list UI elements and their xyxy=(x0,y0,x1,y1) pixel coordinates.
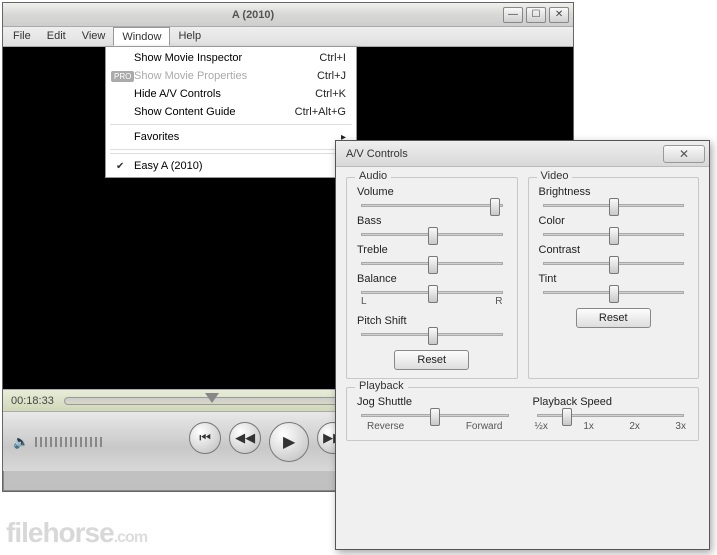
balance-slider[interactable] xyxy=(361,291,503,294)
menu-item-shortcut: Ctrl+I xyxy=(319,52,346,64)
treble-slider[interactable] xyxy=(361,262,503,265)
speed-tick: 1x xyxy=(583,421,594,432)
menu-show-movie-inspector[interactable]: Show Movie Inspector Ctrl+I xyxy=(108,49,354,67)
brightness-thumb[interactable] xyxy=(609,198,619,216)
menu-help[interactable]: Help xyxy=(170,27,209,46)
dialog-title-bar[interactable]: A/V Controls ✕ xyxy=(336,141,709,167)
bass-slider[interactable] xyxy=(361,233,503,236)
video-reset-button[interactable]: Reset xyxy=(576,308,651,328)
bass-thumb[interactable] xyxy=(428,227,438,245)
color-slider[interactable] xyxy=(543,233,685,236)
speed-thumb[interactable] xyxy=(562,408,572,426)
playback-group: Playback Jog Shuttle Reverse Forward Pla… xyxy=(346,387,699,441)
dialog-close-button[interactable]: ✕ xyxy=(663,145,705,163)
playhead-thumb[interactable] xyxy=(205,393,219,403)
watermark: filehorse.com xyxy=(6,517,147,549)
menu-hide-av-controls[interactable]: Hide A/V Controls Ctrl+K xyxy=(108,85,354,103)
jog-shuttle-label: Jog Shuttle xyxy=(357,396,513,408)
menu-item-label: Favorites xyxy=(134,131,179,143)
tint-thumb[interactable] xyxy=(609,285,619,303)
menu-view[interactable]: View xyxy=(74,27,114,46)
speed-tick: 2x xyxy=(629,421,640,432)
balance-right-label: R xyxy=(495,296,502,307)
audio-legend: Audio xyxy=(355,170,391,182)
contrast-label: Contrast xyxy=(539,244,689,256)
brightness-label: Brightness xyxy=(539,186,689,198)
tint-slider[interactable] xyxy=(543,291,685,294)
menu-item-label: Show Content Guide xyxy=(134,106,236,118)
pitch-thumb[interactable] xyxy=(428,327,438,345)
audio-reset-button[interactable]: Reset xyxy=(394,350,469,370)
balance-label: Balance xyxy=(357,273,507,285)
video-group: Video Brightness Color Contrast Tint xyxy=(528,177,700,379)
menu-item-shortcut: Ctrl+Alt+G xyxy=(295,106,346,118)
menu-edit[interactable]: Edit xyxy=(39,27,74,46)
menu-item-label: Show Movie Inspector xyxy=(134,52,242,64)
balance-left-label: L xyxy=(361,296,367,307)
menu-bar: File Edit View Window Help xyxy=(3,27,573,47)
window-title: A (2010) xyxy=(232,9,274,21)
menu-item-shortcut: Ctrl+J xyxy=(317,70,346,82)
pitch-label: Pitch Shift xyxy=(357,315,507,327)
volume-label: Volume xyxy=(357,186,507,198)
menu-separator xyxy=(110,124,352,125)
brightness-slider[interactable] xyxy=(543,204,685,207)
volume-thumb[interactable] xyxy=(490,198,500,216)
pitch-slider[interactable] xyxy=(361,333,503,336)
step-back-button[interactable]: ◀◀ xyxy=(229,422,261,454)
speed-tick: 3x xyxy=(675,421,686,432)
menu-window-item-current[interactable]: Easy A (2010) xyxy=(108,157,354,175)
menu-separator xyxy=(110,149,352,150)
menu-favorites[interactable]: Favorites xyxy=(108,128,354,146)
menu-show-movie-properties: PRO Show Movie Properties Ctrl+J xyxy=(108,67,354,85)
menu-item-label: Show Movie Properties xyxy=(134,70,247,82)
av-controls-dialog: A/V Controls ✕ Audio Volume Bass Treble xyxy=(335,140,710,550)
title-bar: A (2010) — ☐ ✕ xyxy=(3,3,573,27)
contrast-slider[interactable] xyxy=(543,262,685,265)
jog-reverse-label: Reverse xyxy=(367,421,404,432)
color-thumb[interactable] xyxy=(609,227,619,245)
menu-item-label: Hide A/V Controls xyxy=(134,88,221,100)
menu-item-shortcut: Ctrl+K xyxy=(315,88,346,100)
menu-show-content-guide[interactable]: Show Content Guide Ctrl+Alt+G xyxy=(108,103,354,121)
window-menu-dropdown: Show Movie Inspector Ctrl+I PRO Show Mov… xyxy=(105,46,357,178)
speed-tick: ½x xyxy=(535,421,548,432)
menu-file[interactable]: File xyxy=(5,27,39,46)
treble-label: Treble xyxy=(357,244,507,256)
volume-icon[interactable]: 🔈 xyxy=(13,434,29,450)
jog-thumb[interactable] xyxy=(430,408,440,426)
volume-slider[interactable] xyxy=(361,204,503,207)
color-label: Color xyxy=(539,215,689,227)
treble-thumb[interactable] xyxy=(428,256,438,274)
video-legend: Video xyxy=(537,170,573,182)
tint-label: Tint xyxy=(539,273,689,285)
volume-slider[interactable] xyxy=(35,437,105,447)
pro-badge: PRO xyxy=(111,71,134,82)
maximize-button[interactable]: ☐ xyxy=(526,7,546,23)
time-display: 00:18:33 xyxy=(11,395,54,407)
close-button[interactable]: ✕ xyxy=(549,7,569,23)
jog-shuttle-slider[interactable] xyxy=(361,414,509,417)
minimize-button[interactable]: — xyxy=(503,7,523,23)
watermark-brand: filehorse xyxy=(6,517,114,548)
menu-item-label: Easy A (2010) xyxy=(134,160,203,172)
play-button[interactable]: ▶ xyxy=(269,422,309,462)
balance-thumb[interactable] xyxy=(428,285,438,303)
menu-window[interactable]: Window xyxy=(113,27,170,46)
rewind-button[interactable]: ⏮ xyxy=(189,422,221,454)
playback-speed-slider[interactable] xyxy=(537,414,685,417)
jog-forward-label: Forward xyxy=(466,421,503,432)
dialog-title: A/V Controls xyxy=(346,148,408,160)
bass-label: Bass xyxy=(357,215,507,227)
menu-separator xyxy=(110,153,352,154)
playback-speed-label: Playback Speed xyxy=(533,396,689,408)
audio-group: Audio Volume Bass Treble Balance LR xyxy=(346,177,518,379)
playback-legend: Playback xyxy=(355,380,408,392)
watermark-tld: .com xyxy=(114,529,147,546)
contrast-thumb[interactable] xyxy=(609,256,619,274)
